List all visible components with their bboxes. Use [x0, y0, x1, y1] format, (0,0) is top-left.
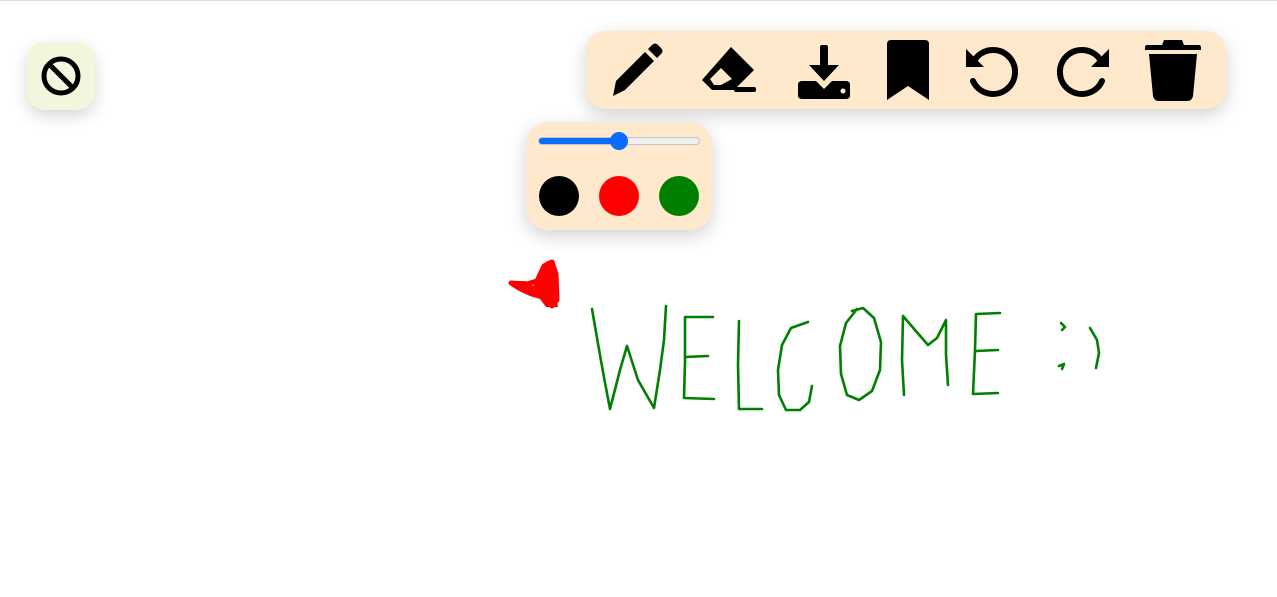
bookmark-icon	[887, 40, 929, 100]
redo-button[interactable]	[1044, 31, 1124, 109]
color-swatch-green[interactable]	[659, 176, 699, 216]
clear-canvas-button[interactable]	[1133, 31, 1213, 109]
bookmark-button[interactable]	[868, 31, 948, 109]
brush-settings-panel	[526, 122, 712, 230]
download-button[interactable]	[784, 31, 864, 109]
undo-button[interactable]	[951, 31, 1031, 109]
undo-icon	[966, 46, 1019, 97]
pencil-button[interactable]	[592, 31, 672, 109]
color-swatch-red[interactable]	[599, 176, 639, 216]
color-swatch-black[interactable]	[539, 176, 579, 216]
trash-icon	[1145, 40, 1201, 101]
main-toolbar	[586, 31, 1226, 109]
brush-size-slider[interactable]	[538, 131, 700, 151]
cursor-toggle-button[interactable]	[27, 42, 95, 110]
eraser-button[interactable]	[688, 31, 768, 109]
no-entry-icon	[41, 56, 81, 96]
welcome-handwriting	[590, 304, 1101, 412]
eraser-icon	[702, 47, 756, 92]
download-icon	[798, 45, 850, 99]
redo-icon	[1056, 46, 1109, 97]
pencil-icon	[613, 43, 663, 96]
